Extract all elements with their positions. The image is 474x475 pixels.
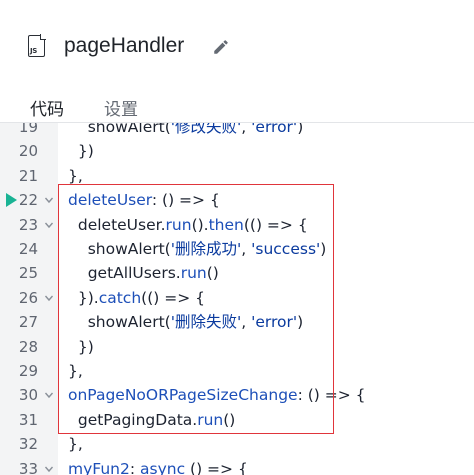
code-line[interactable]: 20 }) — [0, 139, 474, 163]
line-number: 27 — [18, 313, 38, 332]
code-line[interactable]: 28 }) — [0, 335, 474, 359]
code-text: }, — [68, 435, 83, 454]
line-number: 21 — [18, 166, 38, 185]
js-file-icon: JS — [28, 34, 46, 57]
code-text: }) — [68, 142, 94, 161]
code-text: }, — [68, 166, 83, 185]
code-line[interactable]: 23 deleteUser.run().then(() => { — [0, 213, 474, 237]
code-line[interactable]: 25 getAllUsers.run() — [0, 261, 474, 285]
code-text: showAlert('删除成功', 'success') — [68, 240, 327, 258]
code-line[interactable]: 31 getPagingData.run() — [0, 408, 474, 432]
line-number: 29 — [18, 362, 38, 380]
code-line[interactable]: 22 deleteUser: () => { — [0, 188, 474, 212]
line-number: 24 — [18, 240, 38, 258]
code-line[interactable]: 27 showAlert('删除失败', 'error') — [0, 310, 474, 334]
line-number: 31 — [18, 410, 38, 429]
fold-chevron-icon[interactable] — [44, 220, 54, 230]
line-number: 26 — [18, 288, 38, 307]
tab-bar: 代码 设置 — [0, 92, 474, 128]
code-text: deleteUser.run().then(() => { — [68, 215, 308, 234]
code-line[interactable]: 30 onPageNoORPageSizeChange: () => { — [0, 383, 474, 407]
code-line[interactable]: 32}, — [0, 432, 474, 456]
code-line[interactable]: 21}, — [0, 164, 474, 188]
line-number: 25 — [18, 264, 38, 283]
code-text: myFun2: async () => { — [68, 459, 248, 475]
pencil-icon[interactable] — [212, 38, 230, 56]
editor-header: JS pageHandler — [0, 0, 474, 92]
code-line[interactable]: 29}, — [0, 359, 474, 383]
code-text: }) — [68, 337, 94, 356]
code-text: deleteUser: () => { — [68, 191, 220, 210]
fold-chevron-icon[interactable] — [44, 464, 54, 474]
code-text: onPageNoORPageSizeChange: () => { — [68, 386, 366, 405]
tab-code[interactable]: 代码 — [30, 95, 64, 128]
code-text: showAlert('删除失败', 'error') — [68, 313, 304, 332]
line-number: 23 — [18, 215, 38, 234]
line-number: 22 — [18, 191, 38, 210]
code-text: getAllUsers.run() — [68, 264, 219, 283]
fold-chevron-icon[interactable] — [44, 390, 54, 400]
fold-chevron-icon[interactable] — [44, 195, 54, 205]
line-number: 32 — [18, 435, 38, 454]
page-title: pageHandler — [64, 34, 185, 57]
code-line[interactable]: 24 showAlert('删除成功', 'success') — [0, 237, 474, 261]
line-number: 19 — [18, 123, 38, 136]
code-editor[interactable]: 19 showAlert('修改失败', 'error') 20 }) 21}, 22… — [0, 123, 474, 475]
code-text: getPagingData.run() — [68, 410, 236, 429]
tab-settings[interactable]: 设置 — [104, 95, 138, 126]
file-icon-corner — [40, 34, 46, 40]
file-icon-label: JS — [30, 47, 38, 55]
line-number: 20 — [18, 142, 38, 161]
line-number: 28 — [18, 337, 38, 356]
code-text: }).catch(() => { — [68, 288, 205, 307]
fold-chevron-icon[interactable] — [44, 293, 54, 303]
line-number: 30 — [18, 386, 38, 405]
code-text: showAlert('修改失败', 'error') — [87, 123, 304, 136]
line-number: 33 — [18, 459, 38, 475]
code-text: }, — [68, 362, 83, 380]
code-line[interactable]: 26 }).catch(() => { — [0, 286, 474, 310]
code-line[interactable]: 33 myFun2: async () => { — [0, 457, 474, 475]
code-line[interactable]: 19 showAlert('修改失败', 'error') — [0, 123, 474, 139]
